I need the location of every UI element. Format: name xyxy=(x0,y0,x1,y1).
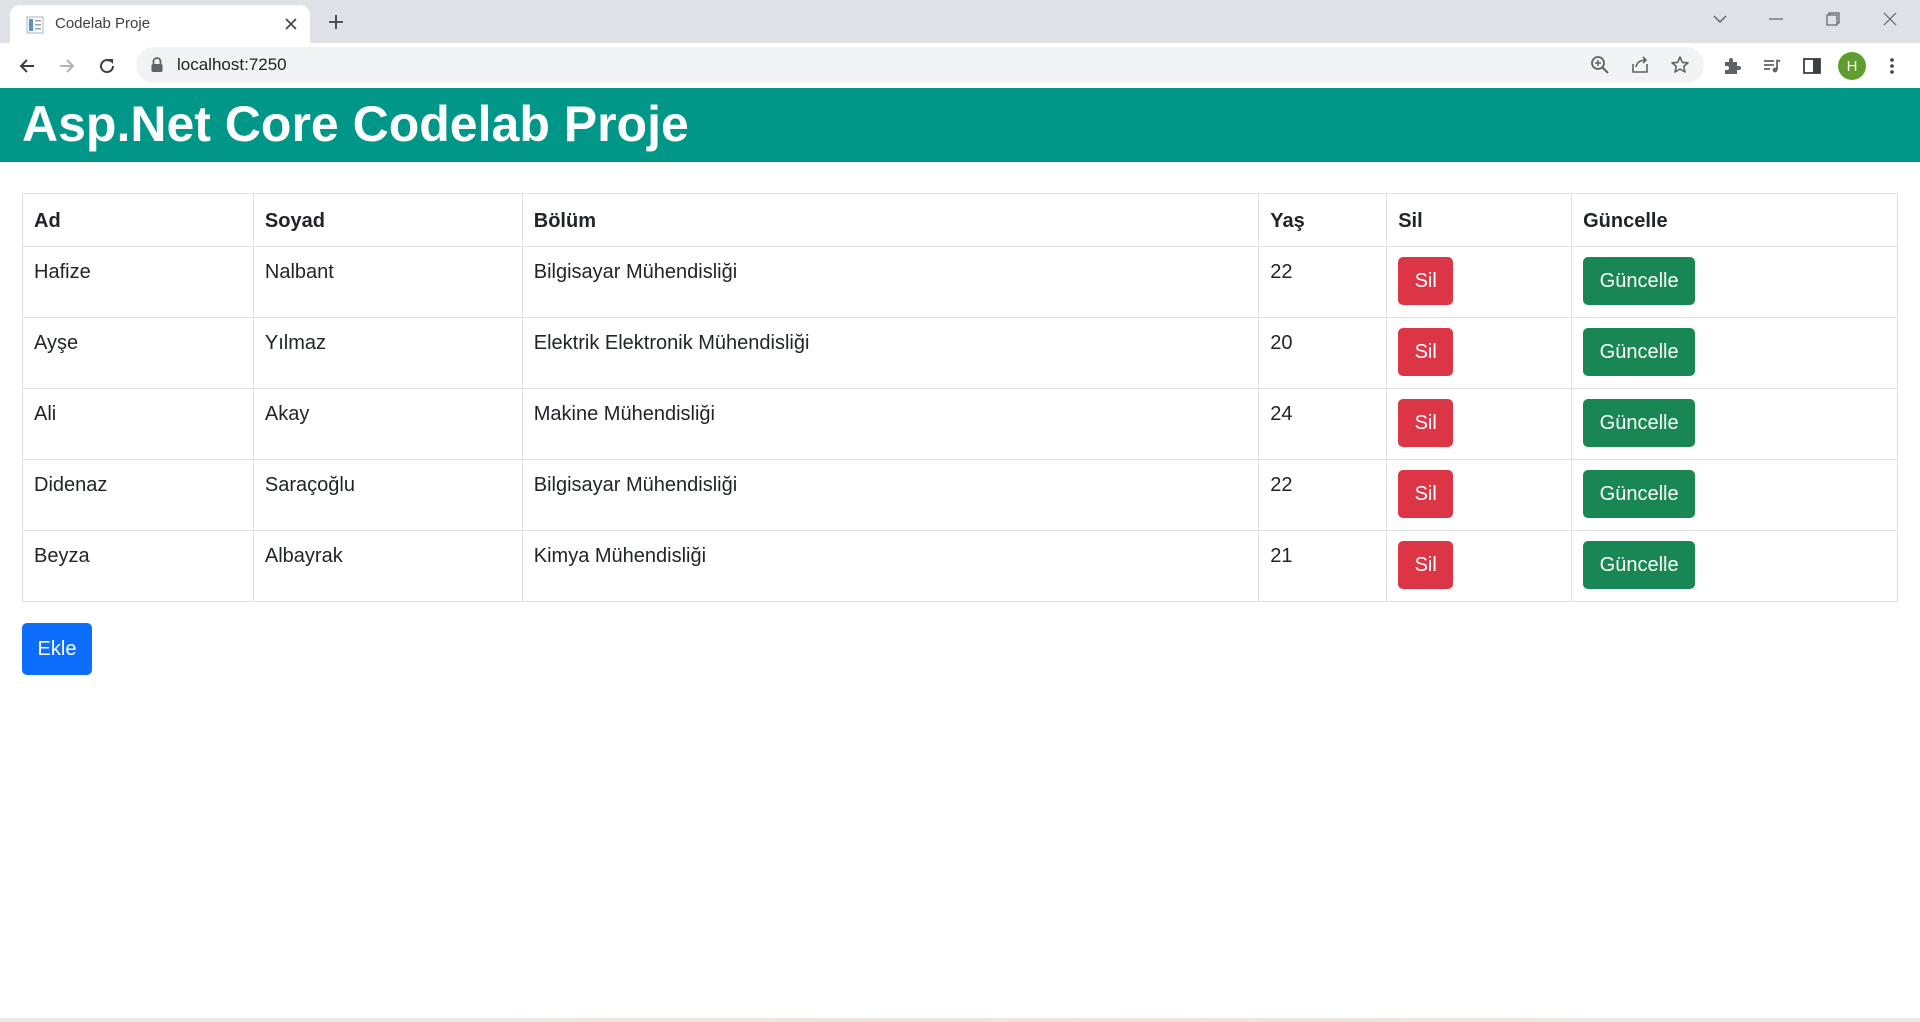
cell-soyad: Yılmaz xyxy=(252,317,523,389)
table-row: Hafize Nalbant Bilgisayar Mühendisliği 2… xyxy=(22,246,1898,318)
update-button[interactable]: Güncelle xyxy=(1583,470,1696,518)
cell-guncelle: Güncelle xyxy=(1571,317,1898,389)
restore-icon[interactable] xyxy=(1815,4,1851,34)
url-text[interactable]: localhost:7250 xyxy=(177,55,287,75)
cell-soyad: Nalbant xyxy=(252,246,523,318)
cell-sil: Sil xyxy=(1386,317,1573,389)
cell-ad: Didenaz xyxy=(22,459,254,531)
cell-sil: Sil xyxy=(1386,388,1573,460)
cell-yas: 22 xyxy=(1258,246,1388,318)
cell-bolum: Elektrik Elektronik Mühendisliği xyxy=(521,317,1260,389)
close-window-icon[interactable] xyxy=(1872,4,1908,34)
delete-button[interactable]: Sil xyxy=(1398,328,1454,376)
browser-tab[interactable]: Codelab Proje xyxy=(10,5,310,43)
browser-menu-icon[interactable] xyxy=(1879,53,1905,79)
table-header-row: Ad Soyad Bölüm Yaş Sil Güncelle xyxy=(22,193,1898,247)
update-button[interactable]: Güncelle xyxy=(1583,328,1696,376)
page-content: Asp.Net Core Codelab Proje Ad Soyad Bölü… xyxy=(0,88,1920,1018)
cell-bolum: Kimya Mühendisliği xyxy=(521,530,1260,602)
media-queue-icon[interactable] xyxy=(1759,53,1785,79)
reload-icon[interactable] xyxy=(91,50,123,82)
delete-button[interactable]: Sil xyxy=(1398,257,1454,305)
cell-yas: 20 xyxy=(1258,317,1388,389)
cell-yas: 21 xyxy=(1258,530,1388,602)
cell-soyad: Akay xyxy=(252,388,523,460)
cell-ad: Beyza xyxy=(22,530,254,602)
share-icon[interactable] xyxy=(1628,53,1652,77)
delete-button[interactable]: Sil xyxy=(1398,399,1454,447)
address-bar[interactable]: localhost:7250 xyxy=(136,47,1704,83)
cell-sil: Sil xyxy=(1386,459,1573,531)
cell-guncelle: Güncelle xyxy=(1571,459,1898,531)
cell-guncelle: Güncelle xyxy=(1571,388,1898,460)
add-button[interactable]: Ekle xyxy=(22,623,92,675)
zoom-icon[interactable] xyxy=(1588,53,1612,77)
extensions-puzzle-icon[interactable] xyxy=(1719,53,1745,79)
table-row: Ali Akay Makine Mühendisliği 24 Sil Günc… xyxy=(22,388,1898,460)
students-table: Ad Soyad Bölüm Yaş Sil Güncelle Hafize N… xyxy=(22,193,1898,602)
cell-yas: 24 xyxy=(1258,388,1388,460)
cell-soyad: Saraçoğlu xyxy=(252,459,523,531)
close-tab-icon[interactable] xyxy=(280,13,302,35)
tab-search-chevron-icon[interactable] xyxy=(1702,4,1738,34)
cell-yas: 22 xyxy=(1258,459,1388,531)
column-header-sil: Sil xyxy=(1386,193,1573,247)
column-header-guncelle: Güncelle xyxy=(1571,193,1898,247)
minimize-icon[interactable] xyxy=(1758,4,1794,34)
new-tab-icon[interactable] xyxy=(322,8,350,36)
cell-bolum: Bilgisayar Mühendisliği xyxy=(521,246,1260,318)
update-button[interactable]: Güncelle xyxy=(1583,257,1696,305)
column-header-ad: Ad xyxy=(22,193,254,247)
side-panel-icon[interactable] xyxy=(1799,53,1825,79)
cell-ad: Ayşe xyxy=(22,317,254,389)
lock-icon[interactable] xyxy=(150,57,164,73)
table-row: Beyza Albayrak Kimya Mühendisliği 21 Sil… xyxy=(22,530,1898,602)
table-row: Didenaz Saraçoğlu Bilgisayar Mühendisliğ… xyxy=(22,459,1898,531)
page-title: Asp.Net Core Codelab Proje xyxy=(22,96,689,152)
table-row: Ayşe Yılmaz Elektrik Elektronik Mühendis… xyxy=(22,317,1898,389)
cell-ad: Hafize xyxy=(22,246,254,318)
cell-guncelle: Güncelle xyxy=(1571,246,1898,318)
column-header-yas: Yaş xyxy=(1258,193,1388,247)
cell-sil: Sil xyxy=(1386,246,1573,318)
cell-bolum: Makine Mühendisliği xyxy=(521,388,1260,460)
window-bottom-edge xyxy=(0,1018,1920,1022)
delete-button[interactable]: Sil xyxy=(1398,470,1454,518)
browser-tab-strip: Codelab Proje xyxy=(0,0,1920,43)
cell-bolum: Bilgisayar Mühendisliği xyxy=(521,459,1260,531)
tab-title: Codelab Proje xyxy=(55,15,151,32)
forward-icon[interactable] xyxy=(51,50,83,82)
header-banner: Asp.Net Core Codelab Proje xyxy=(0,88,1920,162)
cell-soyad: Albayrak xyxy=(252,530,523,602)
profile-avatar[interactable]: H xyxy=(1838,52,1866,80)
update-button[interactable]: Güncelle xyxy=(1583,399,1696,447)
back-icon[interactable] xyxy=(11,50,43,82)
update-button[interactable]: Güncelle xyxy=(1583,541,1696,589)
page-favicon-icon xyxy=(26,16,44,34)
column-header-bolum: Bölüm xyxy=(521,193,1260,247)
cell-guncelle: Güncelle xyxy=(1571,530,1898,602)
column-header-soyad: Soyad xyxy=(252,193,523,247)
delete-button[interactable]: Sil xyxy=(1398,541,1454,589)
cell-ad: Ali xyxy=(22,388,254,460)
browser-toolbar: localhost:7250 H xyxy=(0,43,1920,88)
bookmark-star-icon[interactable] xyxy=(1668,53,1692,77)
cell-sil: Sil xyxy=(1386,530,1573,602)
